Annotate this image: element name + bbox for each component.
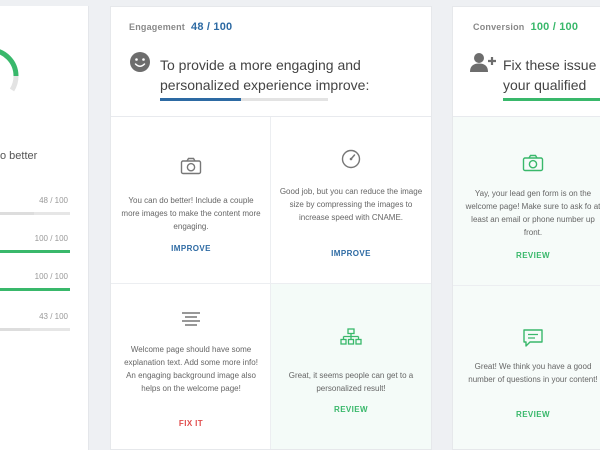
score-track: [0, 328, 70, 331]
review-link[interactable]: REVIEW: [271, 405, 431, 414]
card-message: Great! We think you have a good number o…: [468, 362, 598, 384]
review-link[interactable]: REVIEW: [453, 251, 600, 260]
card-message: Welcome page should have some explanatio…: [124, 345, 258, 393]
engagement-card-speed: Good job, but you can reduce the image s…: [271, 117, 431, 283]
gauge-icon: [271, 149, 431, 169]
engagement-label: Engagement 48 / 100: [129, 21, 233, 33]
conversion-panel: Conversion 100 / 100 Fix these issue your…: [452, 6, 600, 450]
conversion-card-questions: Great! We think you have a good number o…: [453, 286, 600, 449]
score-fill: [0, 212, 34, 215]
camera-icon: [111, 157, 271, 177]
summary-text: o better: [0, 150, 38, 162]
camera-icon: [453, 154, 600, 174]
chat-icon: [453, 328, 600, 348]
engagement-title: To provide a more engaging and personali…: [160, 57, 370, 93]
score-track: [0, 250, 70, 253]
engagement-progress: [160, 98, 328, 101]
review-link[interactable]: REVIEW: [453, 410, 600, 419]
conversion-score: 100 / 100: [530, 21, 579, 33]
conversion-card-leadgen: Yay, your lead gen form is on the welcom…: [453, 117, 600, 283]
fix-it-link[interactable]: FIX IT: [111, 419, 271, 428]
conversion-progress-fill: [503, 98, 600, 101]
score-track: [0, 212, 70, 215]
score-gauge: [0, 49, 19, 92]
card-message: Good job, but you can reduce the image s…: [279, 187, 423, 222]
score-value: 43 / 100: [39, 312, 68, 321]
smiley-icon: [130, 52, 150, 72]
conversion-header: Conversion 100 / 100 Fix these issue your…: [453, 7, 600, 117]
score-fill: [0, 250, 70, 253]
engagement-card-text: Welcome page should have some explanatio…: [111, 283, 271, 449]
engagement-card-personalized: Great, it seems people can get to a pers…: [271, 284, 431, 449]
conversion-label: Conversion 100 / 100: [473, 21, 579, 33]
card-message: Great, it seems people can get to a pers…: [288, 371, 414, 393]
score-value: 100 / 100: [34, 272, 68, 281]
engagement-card-images: You can do better! Include a couple more…: [111, 117, 271, 283]
card-message: You can do better! Include a couple more…: [121, 196, 261, 231]
conversion-title: Fix these issue your qualified: [503, 57, 597, 93]
score-value: 48 / 100: [39, 196, 68, 205]
text-align-icon: [111, 311, 271, 331]
card-message: Yay, your lead gen form is on the welcom…: [465, 189, 600, 237]
engagement-panel: Engagement 48 / 100 To provide a more eng…: [110, 6, 432, 450]
engagement-progress-fill: [160, 98, 241, 101]
improve-link[interactable]: IMPROVE: [271, 249, 431, 258]
improve-link[interactable]: IMPROVE: [111, 244, 271, 253]
conversion-progress: [503, 98, 600, 101]
score-fill: [0, 288, 70, 291]
engagement-score: 48 / 100: [191, 21, 233, 33]
sitemap-icon: [271, 328, 431, 348]
add-user-icon: [470, 53, 496, 72]
score-fill: [0, 328, 31, 331]
score-track: [0, 288, 70, 291]
left-summary-panel: o better 48 / 100 100 / 100 100 / 100 43…: [0, 6, 89, 450]
engagement-header: Engagement 48 / 100 To provide a more eng…: [111, 7, 431, 117]
score-value: 100 / 100: [34, 234, 68, 243]
